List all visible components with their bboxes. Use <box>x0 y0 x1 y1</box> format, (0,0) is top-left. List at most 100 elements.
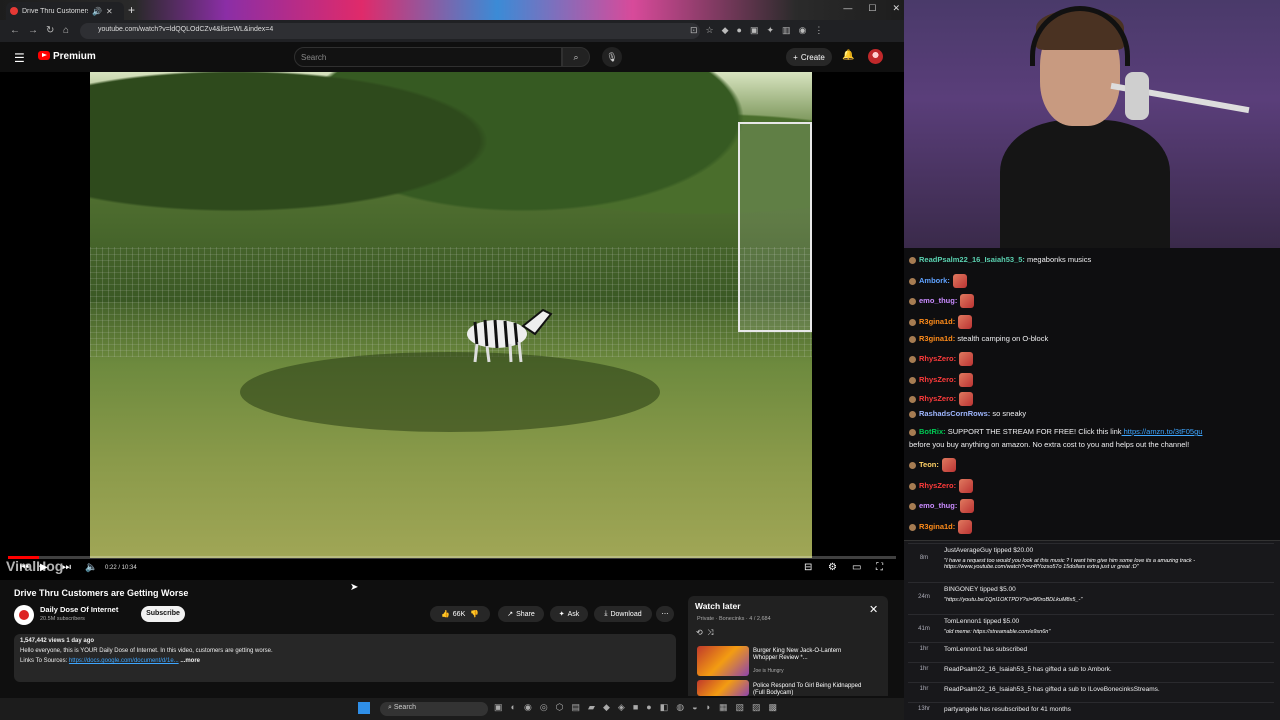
windows-start-icon[interactable] <box>358 702 370 714</box>
app-icon[interactable]: ⬡ <box>556 702 564 713</box>
close-tab-icon[interactable]: ✕ <box>106 7 113 16</box>
app-icon[interactable]: ◍ <box>676 702 684 713</box>
channel-name[interactable]: Daily Dose Of Internet <box>40 605 118 614</box>
chat-username[interactable]: emo_thug: <box>919 501 957 510</box>
like-button[interactable]: 👍 66K 👎 <box>430 606 490 622</box>
install-icon[interactable]: ⊡ <box>690 25 698 36</box>
profile-icon[interactable]: ◉ <box>799 25 807 36</box>
chat-username[interactable]: R3gina1d: <box>919 334 955 343</box>
window-close-icon[interactable]: ✕ <box>892 3 900 14</box>
bookmark-star-icon[interactable]: ☆ <box>706 25 714 36</box>
extension-icon[interactable]: ▣ <box>750 25 759 36</box>
spotify-icon[interactable]: ● <box>646 702 651 713</box>
previous-icon[interactable]: ⏮ <box>20 562 29 573</box>
reload-icon[interactable]: ↻ <box>46 25 54 36</box>
back-icon[interactable]: ← <box>10 25 20 36</box>
more-icon[interactable]: ⋮ <box>814 25 823 36</box>
thumbs-down-icon[interactable]: 👎 <box>468 610 479 618</box>
chat-username[interactable]: RhysZero: <box>919 375 956 384</box>
search-icon[interactable]: ⌕ <box>562 47 590 67</box>
app-icon[interactable]: ◈ <box>618 702 625 713</box>
playlist-thumbnail[interactable] <box>697 646 749 676</box>
chat-username[interactable]: ReadPsalm22_16_Isaiah53_5: <box>919 255 1025 264</box>
youtube-logo-icon[interactable] <box>38 51 50 60</box>
youtube-premium-label[interactable]: Premium <box>53 51 96 62</box>
playlist-item-title[interactable]: Burger King New Jack-O-Lantern Whopper R… <box>753 648 863 662</box>
app-icon[interactable]: ▧ <box>735 702 744 713</box>
home-icon[interactable]: ⌂ <box>63 25 69 36</box>
terminal-icon[interactable]: ▤ <box>572 702 581 713</box>
description-box[interactable]: 1,547,442 views 1 day ago Hello everyone… <box>14 634 676 682</box>
theater-mode-icon[interactable]: ▭ <box>852 562 861 573</box>
app-icon[interactable]: ◧ <box>660 702 669 713</box>
close-icon[interactable]: ✕ <box>869 603 878 616</box>
sparkle-icon: ✦ <box>558 611 565 618</box>
chat-username[interactable]: RhysZero: <box>919 394 956 403</box>
subscribe-button[interactable]: Subscribe <box>141 606 185 622</box>
sidebar-icon[interactable]: ▥ <box>782 25 791 36</box>
captions-icon[interactable]: ⊟ <box>804 562 812 573</box>
more-link[interactable]: ...more <box>180 658 200 664</box>
chat-username[interactable]: R3gina1d: <box>919 317 955 326</box>
chat-username[interactable]: Ambork: <box>919 276 950 285</box>
chat-username[interactable]: BotRix: <box>919 427 946 436</box>
shuffle-icon[interactable]: ⤨ <box>707 628 713 637</box>
volume-icon[interactable]: 🔈 <box>85 562 97 573</box>
video-frame[interactable] <box>90 72 812 558</box>
browser-tab[interactable]: Drive Thru Customers are G 🔊 ✕ <box>6 2 124 20</box>
url-field[interactable]: youtube.com/watch?v=ldQQLOdCZv4&list=WL&… <box>80 23 700 39</box>
chat-username[interactable]: Teon: <box>919 460 939 469</box>
sources-link[interactable]: https://docs.google.com/document/d/1e... <box>69 658 179 664</box>
minimize-icon[interactable]: — <box>843 3 852 14</box>
forward-icon[interactable]: → <box>28 25 38 36</box>
extension-icon[interactable]: ◆ <box>722 25 729 36</box>
user-badge-icon <box>909 523 916 531</box>
hamburger-menu-icon[interactable]: ☰ <box>14 51 25 65</box>
chrome-icon[interactable]: ◉ <box>524 702 532 713</box>
video-gate <box>738 122 812 332</box>
progress-bar[interactable] <box>8 556 896 559</box>
chat-username[interactable]: RhysZero: <box>919 354 956 363</box>
mute-tab-icon[interactable]: 🔊 <box>92 7 102 16</box>
folder-icon[interactable]: ▰ <box>588 702 595 713</box>
task-view-icon[interactable]: ▣ <box>494 702 503 713</box>
create-button[interactable]: + Create <box>786 48 832 66</box>
download-button[interactable]: ⤓ Download <box>594 606 652 622</box>
new-tab-icon[interactable]: + <box>128 3 135 17</box>
app-icon[interactable]: ◆ <box>603 702 610 713</box>
chat-username[interactable]: R3gina1d: <box>919 522 955 531</box>
ask-button[interactable]: ✦ Ask <box>550 606 588 622</box>
app-icon[interactable]: ▦ <box>719 702 728 713</box>
chrome-icon[interactable]: ◎ <box>540 702 548 713</box>
next-icon[interactable]: ⏭ <box>62 562 71 573</box>
app-icon[interactable]: ▨ <box>752 702 761 713</box>
fullscreen-icon[interactable]: ⛶ <box>876 562 883 573</box>
app-icon[interactable]: ■ <box>633 702 638 713</box>
chat-message: BotRix: SUPPORT THE STREAM FOR FREE! Cli… <box>909 427 1202 436</box>
search-input[interactable]: Search <box>294 47 562 67</box>
play-pause-icon[interactable]: ▶ <box>40 562 48 573</box>
account-avatar[interactable] <box>868 49 883 64</box>
notifications-bell-icon[interactable]: 🔔 <box>842 50 854 61</box>
chat-username[interactable]: RashadsCornRows: <box>919 409 990 418</box>
channel-avatar[interactable] <box>14 605 34 625</box>
app-icon[interactable]: ▩ <box>768 702 777 713</box>
microphone-icon[interactable]: 🎙 <box>602 47 622 67</box>
chat-username[interactable]: emo_thug: <box>919 296 957 305</box>
settings-gear-icon[interactable]: ⚙ <box>828 562 837 573</box>
extension-icon[interactable]: ● <box>737 25 742 36</box>
edge-icon[interactable]: ◐ <box>511 702 516 713</box>
more-actions-icon[interactable]: ⋯ <box>656 606 674 622</box>
app-icon[interactable]: ◗ <box>706 702 711 713</box>
puzzle-icon[interactable]: ✦ <box>767 25 775 36</box>
taskbar-search[interactable]: ⌕ Search <box>380 702 488 716</box>
playlist-item-title[interactable]: Police Respond To Girl Being Kidnapped (… <box>753 683 863 697</box>
maximize-icon[interactable]: ☐ <box>868 3 876 14</box>
chat-link[interactable]: https://amzn.to/3tF05gu <box>1122 427 1203 436</box>
playlist-thumbnail[interactable] <box>697 680 749 696</box>
share-button[interactable]: ↗ Share <box>498 606 544 622</box>
loop-icon[interactable]: ⟲ <box>696 628 703 637</box>
app-icon[interactable]: ◒ <box>692 702 697 713</box>
watch-later-title[interactable]: Watch later <box>695 601 741 611</box>
chat-username[interactable]: RhysZero: <box>919 481 956 490</box>
